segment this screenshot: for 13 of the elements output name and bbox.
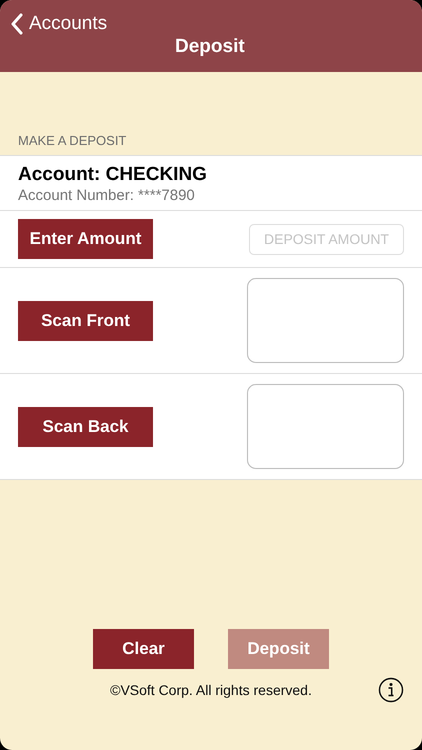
back-button[interactable]: Accounts [0,13,108,35]
copyright-text: ©VSoft Corp. All rights reserved. [110,682,312,698]
clear-button[interactable]: Clear [93,629,194,669]
account-name: Account: CHECKING [18,164,208,186]
enter-amount-button[interactable]: Enter Amount [18,219,153,259]
screen-title: Deposit [175,36,245,58]
info-icon[interactable] [378,677,404,703]
amount-field[interactable]: DEPOSIT AMOUNT [249,224,404,254]
section-header: MAKE A DEPOSIT [17,133,128,150]
back-chevron-icon [10,13,23,35]
scan-button[interactable]: Scan Back [18,406,153,446]
account-number: Account Number: ****7890 [18,187,196,204]
scan-button[interactable]: Scan Front [18,300,153,340]
